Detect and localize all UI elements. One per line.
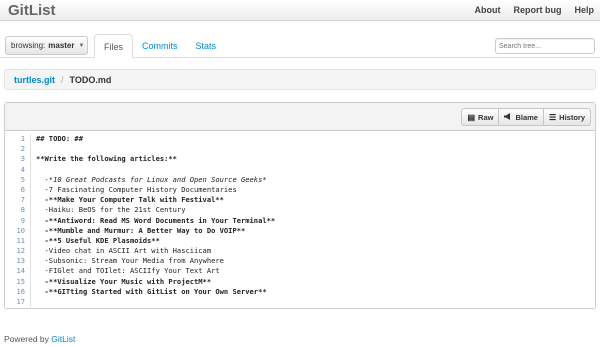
repo-tabs: Files Commits Stats — [94, 34, 225, 59]
nav-report-bug-link[interactable]: Report bug — [513, 5, 561, 15]
branch-name: master — [48, 41, 75, 50]
search-tree-input[interactable] — [495, 38, 595, 54]
line-number[interactable]: 5 — [5, 175, 25, 185]
file-viewer: ▤ Raw Blame ☰ History 1 2 3 4 5 6 7 8 9 10 11 12 13 1… — [4, 102, 596, 309]
breadcrumb: turtles.git / TODO.md — [4, 69, 596, 90]
file-viewer-header: ▤ Raw Blame ☰ History — [5, 103, 595, 131]
file-actions: ▤ Raw Blame ☰ History — [461, 108, 591, 126]
code-line: -**GITting Started with GitList on Your … — [36, 286, 267, 296]
nav-links: About Report bug Help — [461, 5, 594, 15]
caret-down-icon: ▼ — [78, 42, 85, 49]
code-line: -**Visualize Your Music with ProjectM** — [36, 276, 212, 286]
raw-button-label: Raw — [478, 112, 494, 122]
raw-button[interactable]: ▤ Raw — [461, 108, 500, 126]
code-line: -**Antiword: Read MS Word Documents in Y… — [36, 215, 276, 225]
code-line: -**Mumble and Murmur: A Better Way to Do… — [36, 225, 246, 235]
line-number[interactable]: 15 — [5, 277, 25, 287]
line-number[interactable]: 13 — [5, 256, 25, 266]
footer-prefix: Powered by — [4, 334, 49, 344]
line-number[interactable]: 10 — [5, 226, 25, 236]
tab-commits[interactable]: Commits — [133, 34, 187, 58]
code-line: -Video chat in ASCII Art with Hasciicam — [36, 246, 212, 256]
code-lines: ## TODO: ## **Write the following article… — [31, 134, 275, 307]
branch-dropdown-button[interactable]: browsing: master ▼ — [5, 36, 88, 55]
line-number[interactable]: 8 — [5, 205, 25, 215]
code-line: **Write the following articles:** — [36, 154, 177, 164]
line-number[interactable]: 3 — [5, 154, 25, 164]
code-line: -FIGlet and TOIlet: ASCIIfy Your Text Ar… — [36, 266, 220, 276]
line-number[interactable]: 11 — [5, 236, 25, 246]
line-number[interactable]: 14 — [5, 266, 25, 276]
line-number[interactable]: 7 — [5, 195, 25, 205]
line-number[interactable]: 1 — [5, 134, 25, 144]
code-line: -**5 Useful KDE Plasmoids** — [36, 235, 160, 245]
footer-gitlist-link[interactable]: GitList — [51, 334, 75, 344]
line-number[interactable]: 9 — [5, 216, 25, 226]
nav-about-link[interactable]: About — [474, 5, 500, 15]
line-number[interactable]: 12 — [5, 246, 25, 256]
megaphone-icon — [504, 112, 512, 122]
code-line: -Subsonic: Stream Your Media from Anywhe… — [36, 256, 224, 266]
line-number[interactable]: 2 — [5, 144, 25, 154]
breadcrumb-repo-link[interactable]: turtles.git — [14, 75, 55, 85]
line-number[interactable]: 17 — [5, 297, 25, 307]
code-line: -Haiku: BeOS for the 21st Century — [36, 205, 186, 215]
code-line: -7 Fascinating Computer History Document… — [36, 184, 237, 194]
footer: Powered by GitList — [4, 334, 75, 344]
line-number[interactable]: 6 — [5, 185, 25, 195]
blame-button-label: Blame — [515, 112, 538, 122]
brand-logo[interactable]: GitList — [8, 2, 56, 19]
nav-help-link[interactable]: Help — [574, 5, 594, 15]
code-view: 1 2 3 4 5 6 7 8 9 10 11 12 13 14 15 16 17 ## TODO: ## **W… — [5, 131, 595, 308]
line-number[interactable]: 16 — [5, 287, 25, 297]
code-line: -*10 Great Podcasts for Linux and Open S… — [36, 174, 267, 184]
navbar: GitList About Report bug Help — [0, 0, 600, 21]
list-icon: ☰ — [548, 112, 557, 122]
tab-stats[interactable]: Stats — [187, 34, 226, 58]
line-number-gutter: 1 2 3 4 5 6 7 8 9 10 11 12 13 14 15 16 17 — [5, 134, 31, 308]
branch-prefix-label: browsing: — [11, 41, 46, 50]
file-icon: ▤ — [467, 112, 476, 122]
history-button-label: History — [559, 112, 585, 122]
line-number[interactable]: 4 — [5, 165, 25, 175]
code-line: -**Make Your Computer Talk with Festival… — [36, 195, 224, 205]
breadcrumb-file-name: TODO.md — [69, 74, 112, 85]
code-line: ## TODO: ## — [36, 134, 83, 143]
history-button[interactable]: ☰ History — [543, 108, 591, 126]
blame-button[interactable]: Blame — [499, 108, 544, 126]
breadcrumb-separator: / — [61, 74, 64, 85]
tab-files[interactable]: Files — [94, 34, 134, 59]
